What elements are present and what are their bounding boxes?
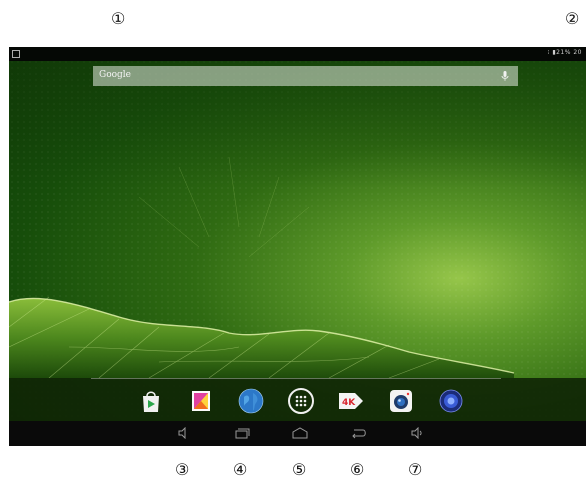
callout-4: ④ bbox=[233, 460, 248, 479]
app-drawer-icon[interactable] bbox=[287, 387, 315, 415]
google-search-bar[interactable]: Google bbox=[93, 66, 518, 86]
4k-player-icon[interactable]: 4K bbox=[337, 387, 365, 415]
status-bar: ⁝ ▮21% 20 bbox=[9, 47, 586, 61]
callout-5: ⑤ bbox=[292, 460, 307, 479]
camera-icon[interactable] bbox=[387, 387, 415, 415]
microphone-icon[interactable] bbox=[499, 70, 511, 82]
notification-icon[interactable] bbox=[12, 50, 20, 58]
callout-6: ⑥ bbox=[350, 460, 365, 479]
music-speaker-icon[interactable] bbox=[437, 387, 465, 415]
gallery-icon[interactable] bbox=[187, 387, 215, 415]
play-store-icon[interactable] bbox=[137, 387, 165, 415]
browser-globe-icon[interactable] bbox=[237, 387, 265, 415]
volume-down-icon[interactable] bbox=[175, 427, 191, 439]
back-icon[interactable] bbox=[351, 427, 367, 439]
callout-7: ⑦ bbox=[408, 460, 423, 479]
4k-label: 4K bbox=[342, 398, 356, 408]
callout-3: ③ bbox=[175, 460, 190, 479]
callout-2: ② bbox=[565, 9, 580, 28]
home-icon[interactable] bbox=[292, 427, 308, 439]
dock-divider bbox=[91, 378, 501, 379]
google-search-label: Google bbox=[99, 70, 131, 80]
status-indicators: ⁝ ▮21% 20 bbox=[547, 49, 582, 56]
volume-up-icon[interactable] bbox=[409, 427, 425, 439]
callout-1: ① bbox=[111, 9, 126, 28]
recent-apps-icon[interactable] bbox=[234, 427, 250, 439]
navigation-bar bbox=[9, 421, 586, 446]
tablet-home-screen: ⁝ ▮21% 20 Google 4K bbox=[9, 47, 586, 446]
